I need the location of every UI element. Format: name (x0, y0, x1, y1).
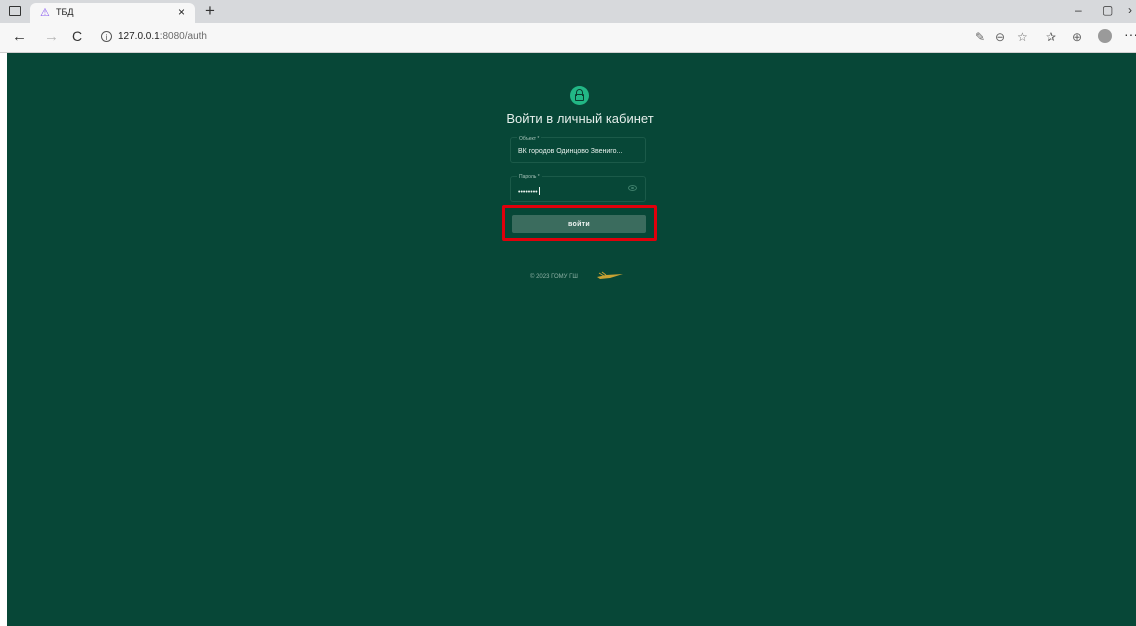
object-field-label: Объект * (517, 136, 542, 142)
window-menu-icon[interactable] (9, 6, 21, 16)
back-arrow-icon[interactable]: ← (12, 28, 27, 45)
favorite-add-icon[interactable]: ☆ (1017, 30, 1028, 44)
browser-tab[interactable]: ⚠ ТБД × (30, 3, 195, 23)
password-field[interactable]: Пароль * •••••••• (510, 174, 646, 202)
object-select-field[interactable]: Объект * ВК городов Одинцово Звениго... (510, 136, 646, 163)
zoom-icon[interactable]: ⊖ (995, 30, 1005, 44)
site-info-icon[interactable]: i (101, 31, 112, 42)
lock-body (575, 94, 584, 101)
read-aloud-icon[interactable]: ✎ (975, 30, 985, 44)
minimize-button[interactable]: – (1075, 3, 1082, 17)
page-title: Войти в личный кабинет (506, 111, 654, 126)
forward-arrow-icon[interactable]: → (44, 28, 59, 45)
eye-icon[interactable] (628, 185, 637, 191)
emblem-logo (597, 271, 623, 279)
object-field-value: ВК городов Одинцово Звениго... (518, 148, 623, 155)
text-caret (538, 187, 540, 195)
password-field-value: •••••••• (518, 187, 540, 196)
new-tab-button[interactable]: + (205, 0, 215, 22)
browser-toolbar: ← → C i 127.0.0.1:8080/auth ✎ ⊖ ☆ ✰ ⊕ ··… (0, 23, 1136, 53)
footer-copyright: © 2023 ГОМУ ГШ (530, 274, 578, 280)
address-field[interactable]: 127.0.0.1:8080/auth (118, 31, 207, 42)
tab-close-button[interactable]: × (178, 5, 185, 19)
reload-icon[interactable]: C (72, 28, 82, 44)
favorites-icon[interactable]: ✰ (1046, 30, 1056, 44)
login-button[interactable]: войти (512, 215, 646, 233)
profile-avatar[interactable] (1098, 29, 1112, 43)
url-path: :8080/auth (159, 31, 207, 42)
more-menu-button[interactable]: ··· (1124, 26, 1136, 42)
collections-icon[interactable]: ⊕ (1072, 30, 1082, 44)
lock-icon (570, 86, 589, 105)
password-masked: •••••••• (518, 189, 538, 196)
password-field-label: Пароль * (517, 174, 542, 180)
restore-button[interactable]: ▢ (1102, 3, 1113, 17)
tab-title: ТБД (56, 7, 74, 17)
tab-logo-icon: ⚠ (40, 7, 50, 19)
url-host: 127.0.0.1 (118, 31, 160, 42)
close-window-button[interactable]: › (1128, 3, 1132, 17)
browser-titlebar: ⚠ ТБД × + – ▢ › (0, 0, 1136, 24)
